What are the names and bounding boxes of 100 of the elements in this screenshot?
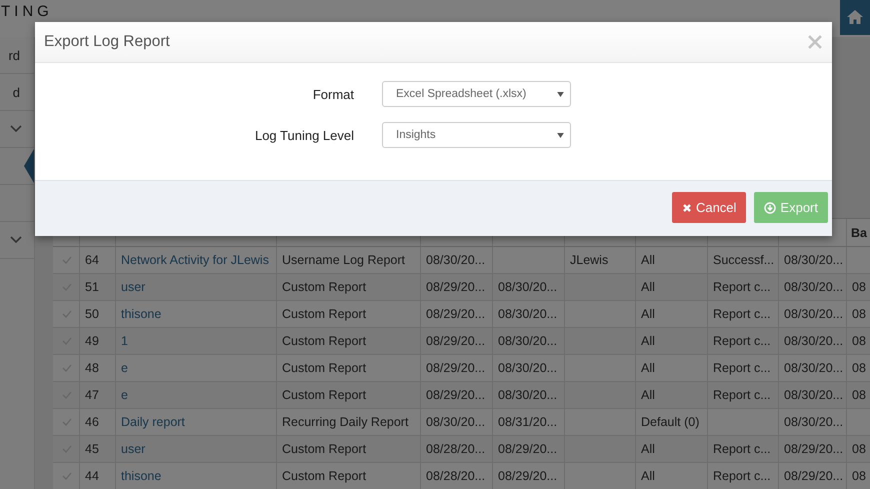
chevron-icon xyxy=(10,125,22,133)
page-heading: TING xyxy=(1,3,53,21)
table-cell: All xyxy=(641,361,655,375)
table-cell: 51 xyxy=(85,280,99,294)
table-cell: Report c... xyxy=(713,442,771,456)
column-header: Ba xyxy=(851,226,867,240)
report-link[interactable]: thisone xyxy=(121,469,162,483)
field-label: Log Tuning Level xyxy=(254,128,354,142)
table-cell: 08/30/20... xyxy=(426,415,486,429)
home-icon xyxy=(847,10,863,24)
table-cell: 08/30/20... xyxy=(498,280,558,294)
table-cell: Recurring Daily Report xyxy=(282,415,408,429)
table-cell: 08/30/20... xyxy=(784,415,844,429)
table-cell: 08/29/20... xyxy=(498,469,558,483)
table-cell: 46 xyxy=(85,415,99,429)
table-cell: All xyxy=(641,388,655,402)
table-cell: 08/30/20... xyxy=(784,253,844,267)
table-cell: 08/29/20... xyxy=(426,307,486,321)
table-cell: All xyxy=(641,442,655,456)
table-cell: 08/29/20... xyxy=(498,442,558,456)
table-cell: Report c... xyxy=(713,361,771,375)
table-cell: Default (0) xyxy=(641,415,700,429)
close-icon[interactable] xyxy=(808,35,822,49)
dropdown[interactable]: Insights xyxy=(382,122,571,148)
report-link[interactable]: Network Activity for JLewis xyxy=(121,253,269,267)
table-cell: Custom Report xyxy=(282,442,366,456)
table-cell: Username Log Report xyxy=(282,253,405,267)
table-cell: 08/30/20... xyxy=(784,307,844,321)
check-icon xyxy=(62,418,72,426)
report-link[interactable]: 1 xyxy=(121,334,128,348)
check-icon xyxy=(62,256,72,264)
report-link[interactable]: user xyxy=(121,280,146,294)
close-icon xyxy=(682,202,692,212)
table-cell: 08/30/20... xyxy=(784,361,844,375)
caret-icon xyxy=(557,132,564,138)
table-cell: 08 xyxy=(852,334,866,348)
dropdown[interactable]: Excel Spreadsheet (.xlsx) xyxy=(382,81,571,107)
table-cell: 08 xyxy=(852,388,866,402)
table-cell: 08/29/20... xyxy=(426,280,486,294)
sidebar-item[interactable]: rd xyxy=(8,48,20,62)
table-cell: 08/30/20... xyxy=(426,253,486,267)
check-icon xyxy=(62,310,72,318)
table-cell: 50 xyxy=(85,307,99,321)
table-cell: Report c... xyxy=(713,334,771,348)
table-cell: 08/31/20... xyxy=(498,415,558,429)
table-cell: Report c... xyxy=(713,307,771,321)
report-link[interactable]: Daily report xyxy=(121,415,185,429)
field-label: Format xyxy=(312,86,354,102)
table-cell: 08/30/20... xyxy=(784,334,844,348)
table-cell: All xyxy=(641,307,655,321)
pointer-icon xyxy=(24,149,34,183)
table-cell: Custom Report xyxy=(282,307,366,321)
table-cell: 08/30/20... xyxy=(498,307,558,321)
table-cell: 64 xyxy=(85,253,99,267)
table-cell: 08 xyxy=(852,442,866,456)
table-cell: Successf... xyxy=(713,253,774,267)
check-icon xyxy=(62,472,72,480)
table-cell: 08 xyxy=(852,307,866,321)
cancel-button[interactable]: Cancel xyxy=(672,192,746,223)
table-cell: 08/29/20... xyxy=(426,361,486,375)
dialog-title: Export Log Report xyxy=(44,33,170,51)
table-cell: Report c... xyxy=(713,388,771,402)
report-link[interactable]: user xyxy=(121,442,146,456)
sidebar-item[interactable]: d xyxy=(12,84,20,100)
report-link[interactable]: e xyxy=(121,361,128,375)
table-cell: Report c... xyxy=(713,469,771,483)
table-cell: 08/28/20... xyxy=(426,442,486,456)
table-cell: Custom Report xyxy=(282,361,366,375)
table-cell: 08/30/20... xyxy=(498,334,558,348)
home-button[interactable] xyxy=(840,0,870,35)
table-cell: 08/29/20... xyxy=(784,442,844,456)
table-cell: 08 xyxy=(852,469,866,483)
table-cell: 08/28/20... xyxy=(426,469,486,483)
table-cell: Custom Report xyxy=(282,388,366,402)
table-cell: 08/30/20... xyxy=(784,388,844,402)
table-cell: 47 xyxy=(85,388,99,402)
table-cell: Custom Report xyxy=(282,334,366,348)
caret-icon xyxy=(557,92,564,96)
download-icon xyxy=(764,202,776,214)
table-cell: Report c... xyxy=(713,280,771,294)
report-link[interactable]: e xyxy=(121,388,128,402)
table-cell: 44 xyxy=(85,469,99,483)
table-cell: 08/30/20... xyxy=(498,361,558,375)
table-cell: 08 xyxy=(852,280,866,294)
table-cell: 49 xyxy=(85,334,99,348)
table-cell: Custom Report xyxy=(282,280,366,294)
table-cell: JLewis xyxy=(570,253,608,267)
table-cell: 48 xyxy=(85,361,99,375)
table-cell: 08/29/20... xyxy=(426,334,486,348)
table-cell: 08 xyxy=(852,361,866,375)
check-icon xyxy=(62,364,72,372)
report-link[interactable]: thisone xyxy=(121,307,162,321)
table-cell: All xyxy=(641,280,655,294)
table-cell: All xyxy=(641,334,655,348)
table-cell: Custom Report xyxy=(282,469,366,483)
table-cell: 45 xyxy=(85,442,99,456)
chevron-icon xyxy=(10,236,22,244)
table-cell: 08/29/20... xyxy=(426,388,486,402)
table-cell: 08/29/20... xyxy=(784,469,844,483)
table-cell: All xyxy=(641,253,655,267)
